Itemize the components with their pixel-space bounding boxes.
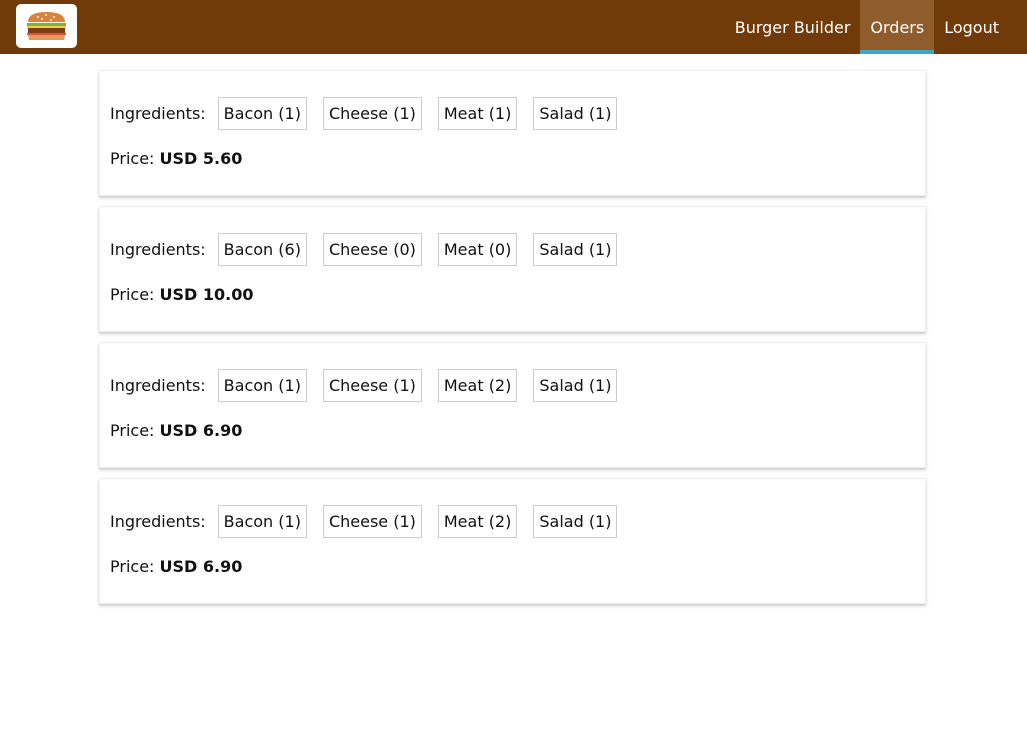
nav-orders-label: Orders — [870, 17, 925, 37]
price-label: Price: — [110, 285, 160, 304]
ingredient-bacon: Bacon (1) — [217, 97, 307, 130]
ingredient-cheese: Cheese (1) — [322, 97, 422, 130]
ingredient-cheese: Cheese (0) — [322, 233, 422, 266]
ingredient-salad: Salad (1) — [533, 505, 618, 538]
toolbar: Burger Builder Orders Logout — [0, 0, 1027, 54]
ingredient-meat: Meat (1) — [437, 97, 518, 130]
ingredients-row: Ingredients: Bacon (1) Cheese (1) Meat (… — [110, 369, 633, 402]
ingredient-bacon: Bacon (1) — [217, 369, 307, 402]
price-row: Price: USD 10.00 — [110, 285, 254, 304]
ingredient-cheese: Cheese (1) — [322, 369, 422, 402]
order-card: Ingredients: Bacon (6) Cheese (0) Meat (… — [99, 206, 926, 332]
ingredients-row: Ingredients: Bacon (6) Cheese (0) Meat (… — [110, 233, 633, 266]
ingredient-bacon: Bacon (6) — [217, 233, 307, 266]
price-row: Price: USD 6.90 — [110, 421, 242, 440]
ingredient-cheese: Cheese (1) — [322, 505, 422, 538]
nav-burger-builder-label: Burger Builder — [734, 17, 851, 37]
ingredient-meat: Meat (2) — [437, 369, 518, 402]
ingredients-row: Ingredients: Bacon (1) Cheese (1) Meat (… — [110, 505, 633, 538]
ingredients-label: Ingredients: — [110, 512, 206, 531]
order-card: Ingredients: Bacon (1) Cheese (1) Meat (… — [99, 70, 926, 196]
nav-orders[interactable]: Orders — [860, 0, 935, 54]
ingredients-row: Ingredients: Bacon (1) Cheese (1) Meat (… — [110, 97, 633, 130]
price-label: Price: — [110, 557, 160, 576]
nav-logout-label: Logout — [944, 17, 999, 37]
ingredients-label: Ingredients: — [110, 376, 206, 395]
price-label: Price: — [110, 421, 160, 440]
price-label: Price: — [110, 149, 160, 168]
price-value: USD 10.00 — [159, 285, 254, 304]
nav-logout[interactable]: Logout — [934, 0, 1027, 54]
burger-logo-icon[interactable] — [16, 4, 77, 48]
price-value: USD 5.60 — [159, 149, 243, 168]
ingredient-meat: Meat (0) — [437, 233, 518, 266]
nav-burger-builder[interactable]: Burger Builder — [725, 0, 861, 54]
burger-icon — [27, 12, 66, 40]
ingredient-meat: Meat (2) — [437, 505, 518, 538]
ingredient-bacon: Bacon (1) — [217, 505, 307, 538]
ingredients-label: Ingredients: — [110, 104, 206, 123]
price-row: Price: USD 6.90 — [110, 557, 242, 576]
ingredient-salad: Salad (1) — [533, 97, 618, 130]
price-value: USD 6.90 — [159, 421, 243, 440]
navigation: Burger Builder Orders Logout — [725, 0, 1027, 54]
order-card: Ingredients: Bacon (1) Cheese (1) Meat (… — [99, 342, 926, 468]
price-value: USD 6.90 — [159, 557, 243, 576]
order-card: Ingredients: Bacon (1) Cheese (1) Meat (… — [99, 478, 926, 604]
price-row: Price: USD 5.60 — [110, 149, 242, 168]
ingredient-salad: Salad (1) — [533, 369, 618, 402]
ingredient-salad: Salad (1) — [533, 233, 618, 266]
orders-list: Ingredients: Bacon (1) Cheese (1) Meat (… — [99, 70, 926, 614]
ingredients-label: Ingredients: — [110, 240, 206, 259]
